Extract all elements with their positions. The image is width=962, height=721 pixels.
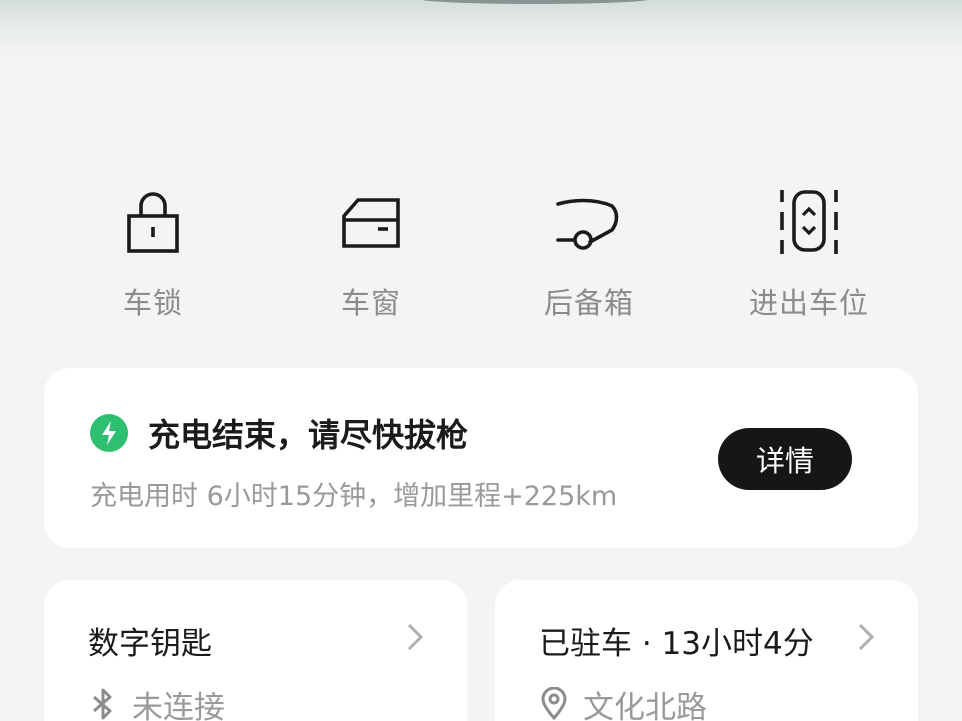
details-button[interactable]: 详情 [718, 428, 852, 490]
digital-key-card[interactable]: 数字钥匙 未连接 [44, 580, 467, 721]
window-control-label: 车窗 [340, 286, 401, 320]
trunk-control-button[interactable]: 后备箱 [489, 180, 689, 330]
parking-duration: 已驻车 · 13小时4分 [539, 626, 814, 662]
car-image-banner [0, 0, 962, 70]
vehicle-control-screen: 车锁 车窗 后备箱 进出车位 充电结束，请尽快拔枪 充电用时 6小时15分钟，增… [0, 0, 962, 721]
quick-controls-row: 车锁 车窗 后备箱 进出车位 [0, 180, 962, 330]
chevron-right-icon [856, 622, 876, 652]
parking-location: 文化北路 [583, 689, 707, 721]
charging-status-title: 充电结束，请尽快拔枪 [148, 416, 469, 454]
car-window-icon [336, 184, 406, 258]
parking-control-label: 进出车位 [748, 286, 869, 320]
trunk-icon [554, 184, 624, 258]
digital-key-title: 数字钥匙 [88, 626, 212, 662]
lock-icon [118, 184, 188, 258]
bluetooth-icon [88, 687, 118, 721]
lock-control-label: 车锁 [122, 286, 183, 320]
charging-status-card: 充电结束，请尽快拔枪 充电用时 6小时15分钟，增加里程+225km 详情 [44, 368, 918, 548]
parking-info-card[interactable]: 已驻车 · 13小时4分 文化北路 [495, 580, 918, 721]
car-image-edge [420, 0, 650, 4]
window-control-button[interactable]: 车窗 [271, 180, 471, 330]
parking-space-icon [774, 184, 844, 258]
charging-summary: 充电用时 6小时15分钟，增加里程+225km [90, 481, 618, 512]
digital-key-status-row: 未连接 [88, 684, 225, 721]
lock-control-button[interactable]: 车锁 [53, 180, 253, 330]
charging-bolt-icon [90, 414, 128, 452]
digital-key-status: 未连接 [132, 689, 225, 721]
trunk-control-label: 后备箱 [543, 286, 634, 320]
location-pin-icon [539, 687, 569, 721]
parking-control-button[interactable]: 进出车位 [709, 180, 909, 330]
parking-location-row: 文化北路 [539, 684, 707, 721]
chevron-right-icon [405, 622, 425, 652]
